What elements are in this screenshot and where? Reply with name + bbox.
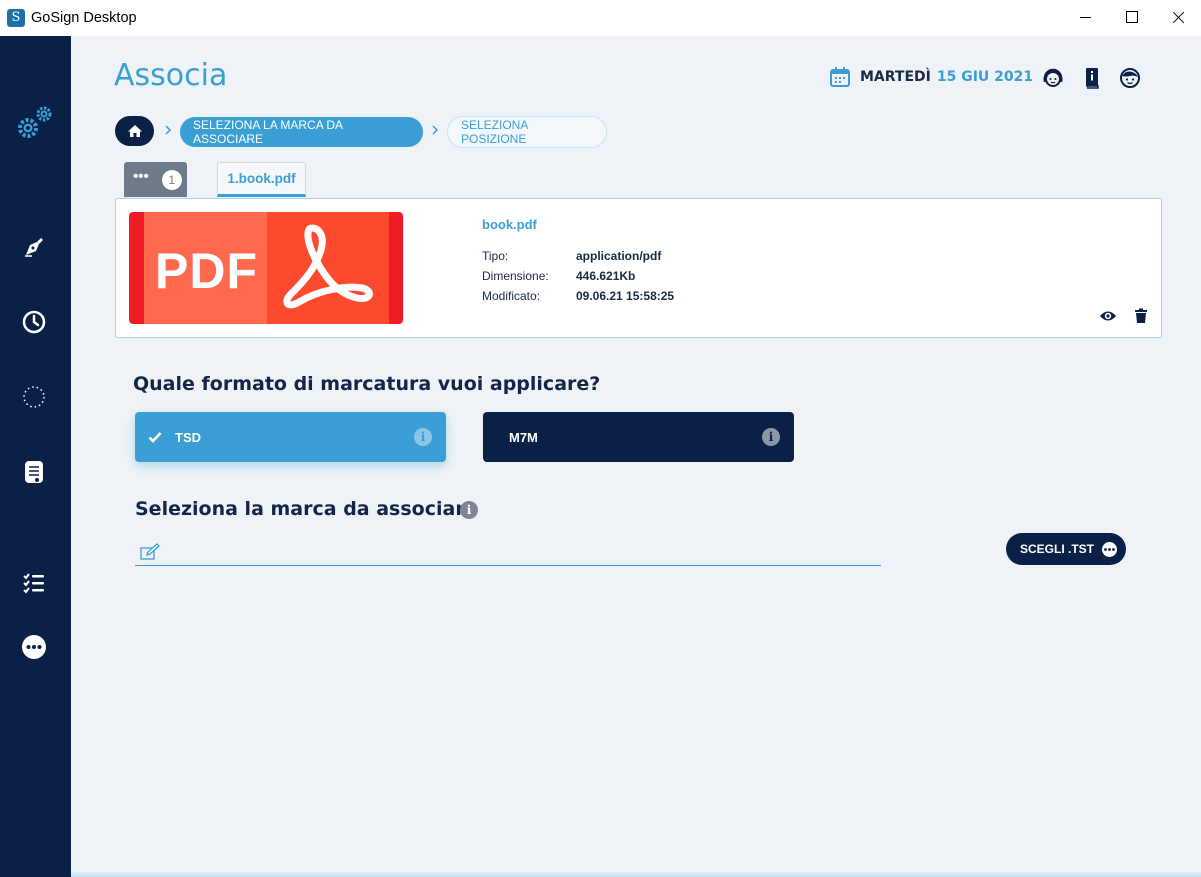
pdf-thumbnail: PDF: [129, 212, 403, 324]
more-dots: •••: [133, 168, 149, 185]
breadcrumb-step-select-position[interactable]: SELEZIONA POSIZIONE: [447, 116, 607, 148]
profile-icon[interactable]: [1119, 66, 1141, 90]
file-name: book.pdf: [482, 217, 537, 232]
eye-icon[interactable]: [1098, 307, 1118, 325]
tab-more-files[interactable]: ••• 1: [124, 162, 187, 197]
meta-value-type: application/pdf: [576, 249, 662, 263]
more-dots-icon: [1102, 541, 1118, 557]
manual-icon[interactable]: [1081, 66, 1103, 90]
trash-icon[interactable]: [1131, 307, 1151, 325]
document-icon[interactable]: [20, 458, 48, 486]
mark-path-input[interactable]: [165, 538, 865, 564]
info-icon[interactable]: i: [460, 501, 478, 519]
breadcrumb-home-button[interactable]: [115, 116, 154, 146]
meta-label-modified: Modificato:: [482, 289, 541, 303]
format-question: Quale formato di marcatura vuoi applicar…: [133, 373, 601, 395]
sidebar: [0, 36, 71, 877]
file-card: PDF book.pdf Tipo: application/pdf Dimen…: [115, 198, 1162, 338]
date-value: 15 GIU 2021: [936, 69, 1034, 85]
meta-label-type: Tipo:: [482, 249, 509, 263]
close-button[interactable]: [1155, 0, 1201, 36]
window-controls: [1063, 0, 1201, 36]
tab-file[interactable]: 1.book.pdf: [217, 162, 306, 197]
checklist-icon[interactable]: [20, 569, 48, 597]
meta-value-modified: 09.06.21 15:58:25: [576, 289, 675, 303]
support-icon[interactable]: [1042, 66, 1064, 90]
breadcrumb-step-select-mark[interactable]: SELEZIONA LA MARCA DA ASSOCIARE: [180, 117, 423, 147]
gears-icon[interactable]: [14, 104, 54, 144]
pdf-thumbnail-label: PDF: [155, 243, 258, 299]
minimize-button[interactable]: [1063, 0, 1109, 36]
chevron-right-icon: [432, 125, 439, 135]
bottom-glow: [71, 871, 1201, 877]
choose-tst-button[interactable]: SCEGLI .TST: [1006, 533, 1126, 565]
calendar-icon: [830, 67, 850, 87]
maximize-button[interactable]: [1109, 0, 1155, 36]
acrobat-icon: [283, 224, 373, 309]
format-option-m7m[interactable]: M7M i: [483, 412, 794, 462]
window-title: GoSign Desktop: [31, 10, 137, 26]
chevron-right-icon: [165, 125, 172, 135]
meta-label-size: Dimensione:: [482, 269, 549, 283]
mark-path-field: [135, 538, 881, 566]
format-option-label: TSD: [175, 429, 201, 445]
page-title: Associa: [114, 58, 228, 93]
clock-icon[interactable]: [20, 308, 48, 336]
format-option-label: M7M: [509, 429, 538, 445]
file-count-badge: 1: [161, 169, 182, 190]
window-titlebar: S GoSign Desktop: [0, 0, 1201, 36]
choose-tst-label: SCEGLI .TST: [1020, 542, 1095, 556]
info-icon[interactable]: i: [762, 428, 780, 446]
meta-value-size: 446.621Kb: [576, 269, 636, 283]
date-display: MARTEDÌ 15 GIU 2021: [829, 66, 1033, 88]
check-icon: [148, 432, 162, 443]
home-icon: [127, 125, 142, 137]
dotted-circle-icon[interactable]: [20, 383, 48, 411]
main-content: Associa MARTEDÌ 15 GIU 2021 SELEZIONA LA…: [71, 36, 1201, 877]
edit-icon: [140, 543, 160, 560]
pen-nib-icon[interactable]: [20, 233, 48, 261]
info-icon[interactable]: i: [414, 428, 432, 446]
date-day: MARTEDÌ: [860, 69, 931, 85]
select-mark-title: Seleziona la marca da associare: [135, 498, 478, 520]
more-dots-icon[interactable]: [20, 633, 48, 661]
format-option-tsd[interactable]: TSD i: [135, 412, 446, 462]
app-logo: S: [7, 9, 25, 27]
